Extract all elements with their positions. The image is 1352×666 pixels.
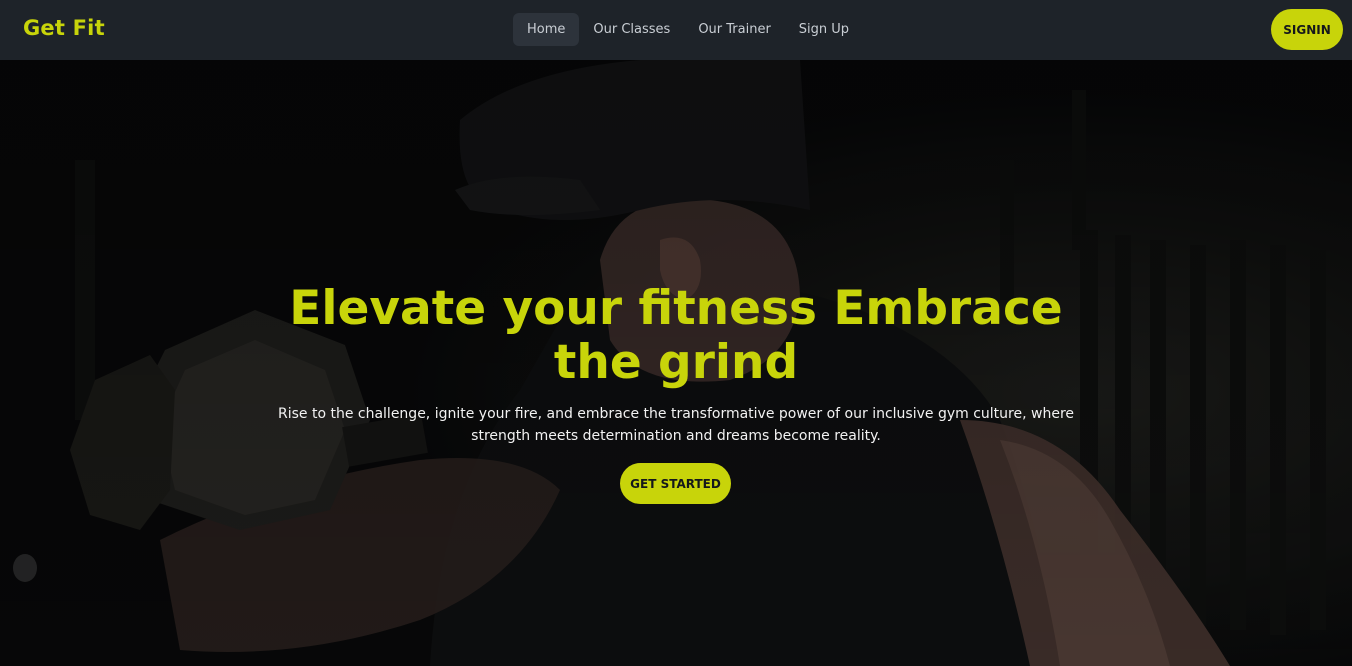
nav-item-sign-up[interactable]: Sign Up: [785, 13, 863, 46]
navbar: Get Fit Home Our Classes Our Trainer Sig…: [0, 0, 1352, 60]
brand-logo[interactable]: Get Fit: [23, 16, 105, 40]
nav-menu: Home Our Classes Our Trainer Sign Up: [513, 13, 863, 46]
hero-section: Elevate your fitness Embrace the grind R…: [0, 60, 1352, 666]
signin-button[interactable]: SIGNIN: [1271, 9, 1343, 50]
nav-item-home[interactable]: Home: [513, 13, 580, 46]
nav-item-our-classes[interactable]: Our Classes: [579, 13, 684, 46]
hero-description: Rise to the challenge, ignite your fire,…: [277, 406, 1075, 444]
nav-item-our-trainer[interactable]: Our Trainer: [684, 13, 784, 46]
hero-content: Elevate your fitness Embrace the grind R…: [0, 60, 1352, 666]
get-started-button[interactable]: GET STARTED: [620, 463, 731, 504]
hero-title: Elevate your fitness Embrace the grind: [289, 281, 1063, 390]
